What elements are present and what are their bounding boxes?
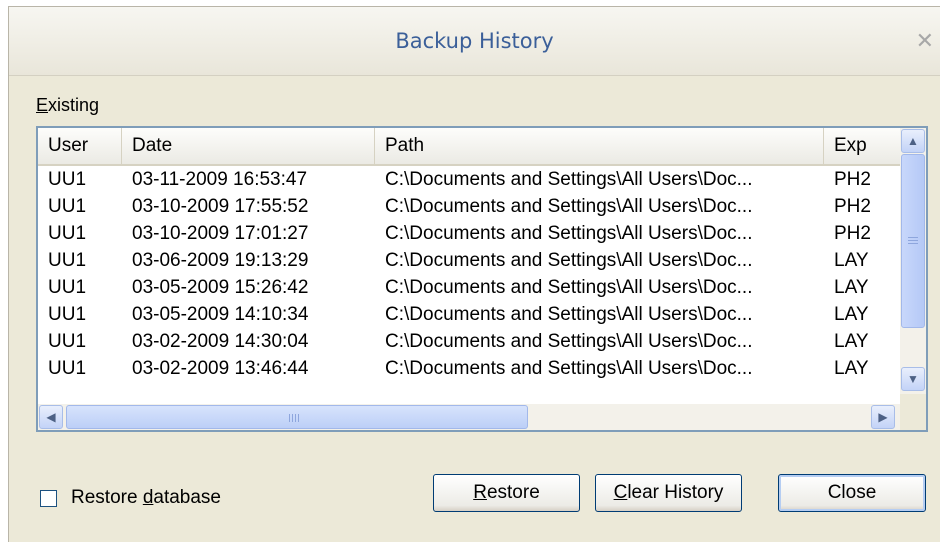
cell-user: UU1 — [48, 277, 87, 298]
column-header-date[interactable]: Date — [122, 128, 375, 164]
scrollbar-corner — [900, 394, 926, 430]
backup-history-dialog: Backup History ✕ Existing User Date Path… — [8, 6, 940, 542]
cell-exp: LAY — [834, 358, 869, 379]
cell-path: C:\Documents and Settings\All Users\Doc.… — [385, 304, 753, 325]
cell-date: 03-10-2009 17:01:27 — [132, 223, 309, 244]
thumb-grip-line — [908, 237, 918, 238]
vertical-scroll-thumb[interactable] — [901, 154, 925, 328]
cell-date: 03-02-2009 14:30:04 — [132, 331, 309, 352]
horizontal-scrollbar[interactable]: ◀ ▶ — [38, 404, 900, 430]
thumb-grip-line — [292, 414, 293, 422]
cell-user: UU1 — [48, 250, 87, 271]
cell-date: 03-05-2009 14:10:34 — [132, 304, 309, 325]
arrow-up-icon[interactable]: ▲ — [901, 129, 925, 153]
restore-database-label-accel: d — [142, 487, 154, 508]
clear-history-button-rest: lear History — [627, 482, 724, 503]
cell-date: 03-10-2009 17:55:52 — [132, 196, 309, 217]
cell-path: C:\Documents and Settings\All Users\Doc.… — [385, 331, 753, 352]
list-rows: UU1 03-11-2009 16:53:47 C:\Documents and S… — [38, 166, 900, 382]
column-header-user[interactable]: User — [38, 128, 122, 164]
window-title: Backup History — [395, 29, 554, 53]
restore-database-label: Restore database — [71, 487, 221, 509]
close-icon[interactable]: ✕ — [916, 29, 934, 54]
arrow-right-icon[interactable]: ▶ — [871, 405, 895, 429]
cell-user: UU1 — [48, 196, 87, 217]
table-row[interactable]: UU1 03-06-2009 19:13:29 C:\Documents and S… — [38, 247, 900, 274]
cell-exp: PH2 — [834, 223, 871, 244]
table-row[interactable]: UU1 03-05-2009 14:10:34 C:\Documents and S… — [38, 301, 900, 328]
table-row[interactable]: UU1 03-10-2009 17:55:52 C:\Documents and S… — [38, 193, 900, 220]
vertical-scrollbar[interactable]: ▲ ▼ — [900, 128, 926, 394]
cell-path: C:\Documents and Settings\All Users\Doc.… — [385, 223, 753, 244]
restore-button-accel: R — [473, 482, 487, 503]
cell-date: 03-02-2009 13:46:44 — [132, 358, 309, 379]
existing-label-accel: E — [36, 95, 49, 115]
cell-path: C:\Documents and Settings\All Users\Doc.… — [385, 169, 753, 190]
restore-database-label-post: atabase — [153, 487, 222, 508]
thumb-grip-line — [289, 414, 290, 422]
backup-list[interactable]: User Date Path Exp UU1 03-11-2009 16:53:4… — [36, 126, 928, 432]
column-header-exp[interactable]: Exp — [824, 128, 900, 164]
restore-database-option[interactable]: Restore database — [40, 487, 221, 509]
table-row[interactable]: UU1 03-05-2009 15:26:42 C:\Documents and S… — [38, 274, 900, 301]
cell-path: C:\Documents and Settings\All Users\Doc.… — [385, 250, 753, 271]
cell-user: UU1 — [48, 358, 87, 379]
thumb-grip-line — [298, 414, 299, 422]
close-button[interactable]: Close — [778, 474, 926, 512]
cell-user: UU1 — [48, 304, 87, 325]
cell-path: C:\Documents and Settings\All Users\Doc.… — [385, 196, 753, 217]
cell-exp: PH2 — [834, 169, 871, 190]
cell-date: 03-06-2009 19:13:29 — [132, 250, 309, 271]
cell-exp: PH2 — [834, 196, 871, 217]
table-row[interactable]: UU1 03-02-2009 14:30:04 C:\Documents and S… — [38, 328, 900, 355]
thumb-grip-line — [908, 243, 918, 244]
cell-path: C:\Documents and Settings\All Users\Doc.… — [385, 358, 753, 379]
cell-exp: LAY — [834, 304, 869, 325]
list-header: User Date Path Exp — [38, 128, 900, 166]
arrow-down-icon[interactable]: ▼ — [901, 367, 925, 391]
restore-button[interactable]: Restore — [433, 474, 580, 512]
cell-exp: LAY — [834, 331, 869, 352]
existing-label: Existing — [36, 95, 99, 116]
thumb-grip-line — [908, 240, 918, 241]
cell-path: C:\Documents and Settings\All Users\Doc.… — [385, 277, 753, 298]
cell-user: UU1 — [48, 331, 87, 352]
clear-history-button-accel: C — [613, 482, 628, 503]
table-row[interactable]: UU1 03-02-2009 13:46:44 C:\Documents and S… — [38, 355, 900, 382]
restore-database-checkbox[interactable] — [40, 489, 57, 507]
cell-user: UU1 — [48, 169, 87, 190]
cell-exp: LAY — [834, 277, 869, 298]
horizontal-scroll-thumb[interactable] — [66, 405, 528, 429]
cell-user: UU1 — [48, 223, 87, 244]
clear-history-button[interactable]: Clear History — [595, 474, 742, 512]
restore-button-rest: estore — [486, 482, 540, 503]
column-header-path[interactable]: Path — [375, 128, 824, 164]
table-row[interactable]: UU1 03-10-2009 17:01:27 C:\Documents and S… — [38, 220, 900, 247]
title-bar[interactable]: Backup History ✕ — [9, 7, 940, 76]
table-row[interactable]: UU1 03-11-2009 16:53:47 C:\Documents and S… — [38, 166, 900, 193]
cell-date: 03-05-2009 15:26:42 — [132, 277, 309, 298]
existing-label-rest: xisting — [48, 95, 100, 115]
cell-exp: LAY — [834, 250, 869, 271]
arrow-left-icon[interactable]: ◀ — [39, 405, 63, 429]
cell-date: 03-11-2009 16:53:47 — [132, 169, 308, 190]
restore-database-label-pre: Restore — [71, 487, 143, 508]
thumb-grip-line — [295, 414, 296, 422]
